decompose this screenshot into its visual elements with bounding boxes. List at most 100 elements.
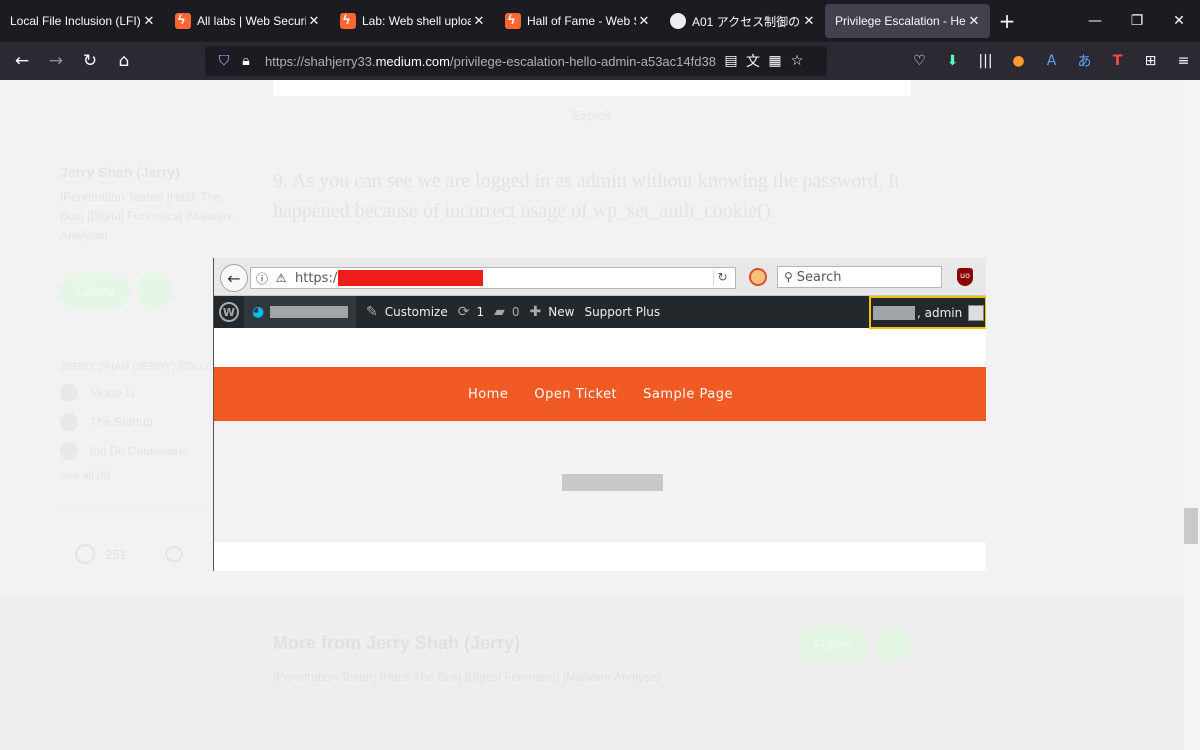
redacted-username: [873, 305, 915, 320]
author-name[interactable]: Jerry Shah (Jerry): [60, 164, 260, 180]
tab-title: Lab: Web shell upload: [362, 14, 471, 28]
home-icon[interactable]: ⌂: [107, 44, 141, 78]
article-paragraph: 9. As you can see we are logged in as ad…: [273, 170, 901, 222]
comments-count: 0: [511, 305, 520, 319]
page-scrollbar[interactable]: [1184, 80, 1200, 750]
close-icon[interactable]: ✕: [636, 13, 652, 29]
forward-icon[interactable]: →: [39, 44, 73, 78]
site-nav-menu: Home Open Ticket Sample Page: [214, 367, 986, 421]
screenshot-search-placeholder: Search: [796, 269, 842, 285]
wp-updates: ⟳ 1: [458, 304, 484, 320]
window-close-icon[interactable]: ✕: [1158, 0, 1200, 42]
qr-code-icon[interactable]: ▦: [764, 53, 786, 69]
updates-count: 1: [476, 305, 485, 319]
extension-translate-icon[interactable]: A: [1035, 44, 1068, 78]
wp-customize: ✎ Customize: [366, 304, 448, 320]
portswigger-icon: [340, 12, 356, 29]
lock-icon[interactable]: 🔒︎: [235, 53, 257, 69]
redacted-site-name: [270, 306, 349, 318]
following-name: The Startup: [90, 415, 153, 429]
brush-icon: ✎: [366, 304, 378, 320]
reader-view-icon[interactable]: ▤: [720, 53, 742, 69]
owasp-icon: [670, 13, 686, 29]
library-icon[interactable]: |||: [969, 44, 1002, 78]
close-icon[interactable]: ✕: [966, 13, 982, 29]
image-caption: Exploit: [572, 108, 612, 123]
avatar: [60, 442, 78, 460]
sidebar-divider: [60, 508, 214, 509]
tab-web-shell-upload[interactable]: Lab: Web shell upload ✕: [330, 0, 495, 42]
wp-comments: ▰ 0: [494, 304, 519, 320]
more-from-title[interactable]: More from Jerry Shah (Jerry): [273, 633, 520, 654]
wp-user-account-highlight: , admin: [869, 296, 986, 329]
tab-title: Privilege Escalation - Hello: [835, 14, 966, 28]
tab-lfi[interactable]: Local File Inclusion (LFI) — ✕: [0, 0, 165, 42]
portswigger-icon: [175, 12, 191, 29]
screenshot-url-bar: ⓘ ⚠ https:/ ↻: [250, 267, 736, 289]
tab-bar: Local File Inclusion (LFI) — ✕ All labs …: [0, 0, 1200, 42]
url-text[interactable]: https://shahjerry33.medium.com/privilege…: [265, 54, 720, 69]
url-domain: medium.com: [375, 53, 450, 69]
clap-count: 251: [105, 546, 127, 562]
menu-icon[interactable]: ≡: [1167, 44, 1200, 78]
close-icon[interactable]: ✕: [141, 13, 157, 29]
screenshot-warning-lock-icon: ⚠: [275, 271, 287, 285]
extension-translate2-icon[interactable]: あ: [1068, 44, 1101, 78]
extension-t-icon[interactable]: T: [1101, 44, 1134, 78]
tab-title: Local File Inclusion (LFI) —: [10, 14, 141, 28]
bookmark-star-icon[interactable]: ☆: [786, 53, 808, 69]
code-block: [273, 80, 911, 96]
tab-owasp-a01[interactable]: A01 アクセス制御の不備 ✕: [660, 0, 825, 42]
subscribe-mail-icon[interactable]: [137, 273, 173, 309]
following-name: Inti De Ceukelaire: [90, 444, 186, 458]
customize-label: Customize: [384, 305, 448, 319]
support-label: Support Plus: [584, 305, 661, 319]
back-icon[interactable]: ←: [5, 44, 39, 78]
nav-toolbar: ← → ↻ ⌂ ⛉ 🔒︎ https://shahjerry33.medium.…: [0, 42, 1200, 80]
tab-title: A01 アクセス制御の不備: [692, 14, 801, 29]
shield-icon[interactable]: ⛉: [213, 53, 235, 69]
screenshot-search-icon: ⚲: [784, 270, 793, 284]
more-from-subscribe-icon[interactable]: [875, 626, 911, 662]
minimize-icon[interactable]: —: [1074, 0, 1116, 42]
redacted-content: [562, 474, 663, 491]
wp-admin-bar: W ◕ ✎ Customize ⟳ 1 ▰ 0 ✚ New Support Plus ,…: [214, 296, 986, 329]
screenshot-back-icon: ←: [220, 264, 248, 292]
close-icon[interactable]: ✕: [801, 13, 817, 29]
dashboard-icon: ◕: [252, 304, 265, 320]
site-content-area: [214, 421, 986, 542]
more-from-bio: |Penetration Tester| |Hack The Box| |Dig…: [273, 670, 662, 684]
following-name: Vickie Li: [90, 386, 135, 400]
screenshot-info-icon: ⓘ: [255, 271, 268, 286]
plus-icon: ✚: [529, 304, 542, 320]
tab-all-labs[interactable]: All labs | Web Security ✕: [165, 0, 330, 42]
tab-privilege-escalation[interactable]: Privilege Escalation - Hello ✕: [825, 4, 990, 38]
screenshot-reload-icon: ↻: [713, 270, 731, 286]
tab-hall-of-fame[interactable]: Hall of Fame - Web Se ✕: [495, 0, 660, 42]
extension-fox-icon[interactable]: ●: [1002, 44, 1035, 78]
updates-icon: ⟳: [457, 304, 470, 320]
site-nav-home: Home: [467, 386, 509, 402]
close-icon[interactable]: ✕: [471, 13, 487, 29]
redacted-url: [338, 270, 484, 286]
downloads-icon[interactable]: ⬇: [936, 44, 969, 78]
close-icon[interactable]: ✕: [306, 13, 322, 29]
admin-label: , admin: [917, 305, 963, 320]
url-prefix: https://shahjerry33.: [265, 53, 376, 69]
scrollbar-thumb[interactable]: [1184, 508, 1198, 544]
author-bio: |Penetration Tester| |Hack The Box| |Dig…: [60, 190, 234, 242]
translate-icon[interactable]: 文: [742, 51, 764, 71]
site-nav-sample-page: Sample Page: [643, 386, 734, 402]
url-path: /privilege-escalation-hello-admin-a53ac1…: [449, 53, 716, 69]
more-from-follow-button[interactable]: Follow: [798, 626, 868, 662]
follow-button[interactable]: Follow: [60, 273, 130, 309]
screenshot-url-text: https:/: [295, 270, 338, 286]
new-tab-button[interactable]: +: [990, 0, 1024, 42]
pocket-icon[interactable]: ♡: [903, 44, 936, 78]
extensions-icon[interactable]: ⊞: [1134, 44, 1167, 78]
url-bar[interactable]: ⛉ 🔒︎ https://shahjerry33.medium.com/priv…: [205, 46, 827, 76]
clap-icon[interactable]: [75, 544, 95, 564]
comment-icon[interactable]: [164, 546, 183, 562]
restore-icon[interactable]: ❐: [1116, 0, 1158, 42]
reload-icon[interactable]: ↻: [73, 44, 107, 78]
